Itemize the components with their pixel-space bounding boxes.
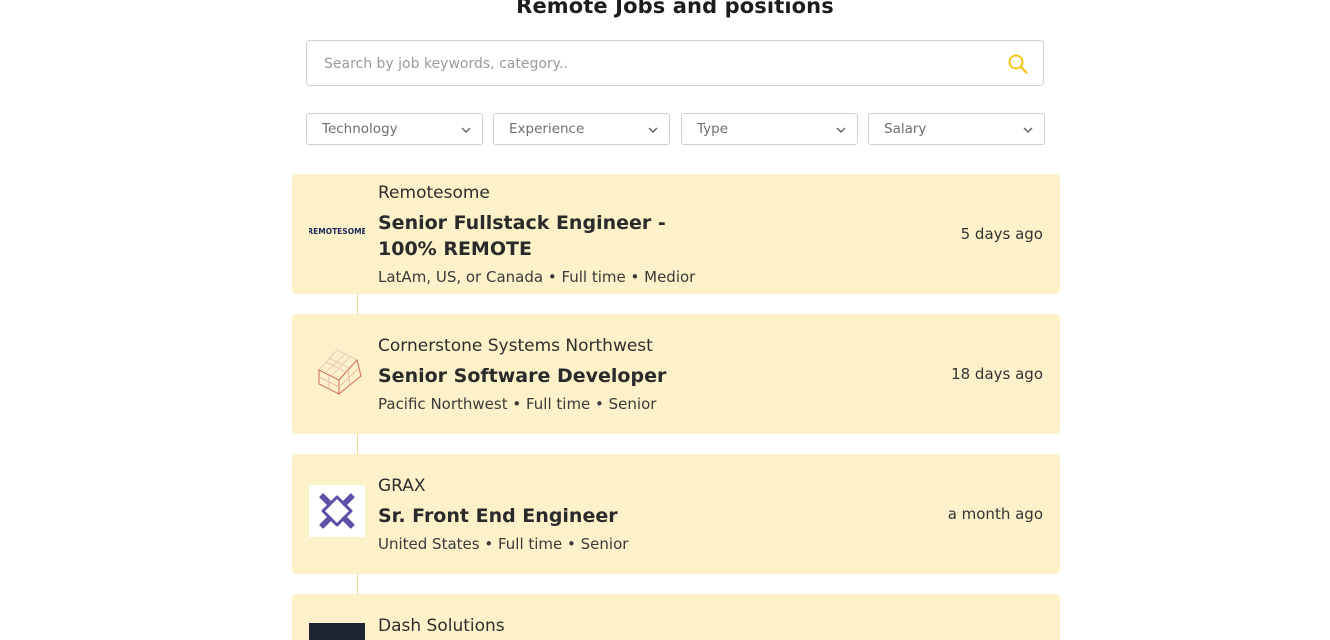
company-logo xyxy=(309,623,365,640)
search-input[interactable] xyxy=(322,41,986,87)
remotesome-logo: REMOTESOME xyxy=(309,227,365,236)
search-bar xyxy=(306,40,1044,87)
timeline-connector xyxy=(357,574,358,594)
company-logo xyxy=(309,345,365,397)
job-card[interactable]: GRAX Sr. Front End Engineer United State… xyxy=(292,454,1060,574)
timeline-connector xyxy=(357,294,358,314)
experience-filter[interactable]: Experience xyxy=(493,113,670,145)
posted-time: a month ago xyxy=(947,505,1043,523)
job-card[interactable]: Cornerstone Systems Northwest Senior Sof… xyxy=(292,314,1060,434)
salary-filter[interactable]: Salary xyxy=(868,113,1045,145)
job-title-link[interactable]: Senior Software Developer xyxy=(378,363,778,389)
chevron-down-icon xyxy=(648,127,658,134)
page: Remote Jobs and positions Technology Exp… xyxy=(0,0,1330,640)
company-name: GRAX xyxy=(378,476,426,496)
job-meta: Pacific Northwest • Full time • Senior xyxy=(378,395,657,413)
job-title-link[interactable]: Senior Fullstack Engineer - 100% REMOTE xyxy=(378,210,718,262)
company-name: Remotesome xyxy=(378,183,490,203)
page-title: Remote Jobs and positions xyxy=(516,0,834,18)
job-title-link[interactable]: Sr. Front End Engineer xyxy=(378,503,778,529)
type-filter-label: Type xyxy=(697,121,729,137)
company-name: Cornerstone Systems Northwest xyxy=(378,336,653,356)
chevron-down-icon xyxy=(1023,127,1033,134)
cube-icon xyxy=(318,349,362,396)
company-name: Dash Solutions xyxy=(378,616,505,636)
search-icon[interactable] xyxy=(1007,53,1029,75)
posted-time: 5 days ago xyxy=(960,225,1043,243)
experience-filter-label: Experience xyxy=(509,121,585,137)
timeline-connector xyxy=(357,434,358,454)
chevron-down-icon xyxy=(461,127,471,134)
company-logo: REMOTESOME xyxy=(309,205,365,257)
job-card[interactable]: REMOTESOME Remotesome Senior Fullstack E… xyxy=(292,174,1060,294)
technology-filter-label: Technology xyxy=(322,121,398,137)
job-card[interactable]: Dash Solutions xyxy=(292,594,1060,640)
grax-logo-icon xyxy=(319,493,355,529)
type-filter[interactable]: Type xyxy=(681,113,858,145)
filter-bar: Technology Experience Type Salary xyxy=(306,113,1046,145)
salary-filter-label: Salary xyxy=(884,121,927,137)
technology-filter[interactable]: Technology xyxy=(306,113,483,145)
posted-time: 18 days ago xyxy=(951,365,1043,383)
remotesome-logo-text: REMOTESOME xyxy=(309,227,365,236)
job-meta: LatAm, US, or Canada • Full time • Medio… xyxy=(378,268,696,286)
company-logo xyxy=(309,485,365,537)
job-meta: United States • Full time • Senior xyxy=(378,535,629,553)
chevron-down-icon xyxy=(836,127,846,134)
